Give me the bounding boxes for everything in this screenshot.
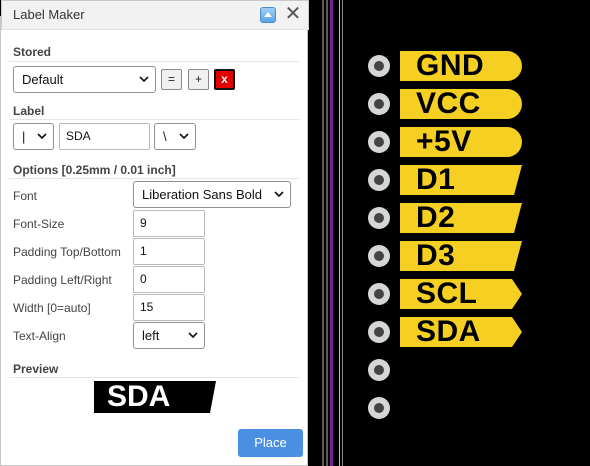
stored-section-title: Stored [13, 45, 52, 59]
preview-section-title: Preview [13, 362, 59, 376]
collapse-icon[interactable] [260, 7, 276, 23]
pcb-label-text: SDA [416, 315, 481, 348]
pcb-label[interactable]: D1 [400, 165, 522, 195]
pcb-label-text: D3 [416, 239, 456, 272]
font-size-input[interactable]: 9 [133, 210, 205, 237]
label-prefix-select[interactable]: | [13, 123, 54, 150]
apply-preset-button[interactable]: = [161, 69, 182, 90]
font-select[interactable]: Liberation Sans Bold [133, 181, 291, 208]
font-label: Font [13, 189, 38, 203]
padding-top-bottom-input[interactable]: 1 [133, 238, 205, 265]
label-preview: SDA [94, 381, 216, 413]
pcb-label[interactable]: GND [400, 51, 522, 81]
pin-pad[interactable] [368, 55, 390, 77]
pin-pad[interactable] [368, 321, 390, 343]
text-align-label: Text-Align [13, 329, 66, 343]
pcb-label-text: +5V [416, 125, 472, 158]
add-preset-button[interactable]: + [188, 69, 209, 90]
pcb-label-text: D1 [416, 163, 456, 196]
board-edge-line [326, 0, 328, 466]
label-suffix-select[interactable]: \ [154, 123, 196, 150]
padding-left-right-input[interactable]: 0 [133, 266, 205, 293]
chevron-down-icon [274, 191, 284, 198]
pin-pad[interactable] [368, 245, 390, 267]
font-value: Liberation Sans Bold [142, 187, 262, 202]
pcb-label-text: SCL [416, 277, 478, 310]
board-edge-line [342, 0, 343, 466]
pin-pad[interactable] [368, 207, 390, 229]
divider [9, 119, 299, 120]
pin-pad[interactable] [368, 169, 390, 191]
stored-preset-value: Default [22, 72, 64, 87]
pin-pad[interactable] [368, 397, 390, 419]
pcb-label[interactable]: D3 [400, 241, 522, 271]
chevron-down-icon [188, 332, 198, 339]
padding-top-bottom-label: Padding Top/Bottom [13, 245, 121, 259]
label-text-input[interactable]: SDA [59, 123, 150, 150]
pin-pad[interactable] [368, 93, 390, 115]
pcb-label[interactable]: +5V [400, 127, 522, 157]
text-align-value: left [142, 328, 160, 343]
chevron-down-icon [179, 133, 189, 140]
label-maker-dialog: Label Maker ✕ Stored Default = + x Label… [0, 0, 309, 466]
label-prefix-value: | [22, 129, 26, 144]
close-icon[interactable]: ✕ [284, 4, 302, 24]
pcb-label-text: VCC [416, 87, 481, 120]
pcb-label[interactable]: SDA [400, 317, 522, 347]
place-button[interactable]: Place [238, 429, 303, 457]
board-edge-line [322, 0, 324, 466]
stored-preset-select[interactable]: Default [13, 66, 156, 93]
label-section-title: Label [13, 104, 45, 118]
pcb-label[interactable]: VCC [400, 89, 522, 119]
options-section-title: Options [0.25mm / 0.01 inch] [13, 163, 176, 177]
dialog-title: Label Maker [13, 7, 85, 22]
width-label: Width [0=auto] [13, 301, 91, 315]
pin-pad[interactable] [368, 131, 390, 153]
label-suffix-value: \ [163, 129, 167, 144]
font-size-label: Font-Size [13, 217, 65, 231]
pcb-label[interactable]: D2 [400, 203, 522, 233]
pcb-label[interactable]: SCL [400, 279, 522, 309]
chevron-down-icon [37, 133, 47, 140]
dialog-titlebar[interactable]: Label Maker ✕ [1, 0, 309, 30]
divider [9, 61, 299, 62]
purple-track [330, 0, 333, 466]
text-align-select[interactable]: left [133, 322, 205, 349]
width-input[interactable]: 15 [133, 294, 205, 321]
pcb-label-text: GND [416, 49, 485, 82]
chevron-down-icon [139, 76, 149, 83]
delete-preset-button[interactable]: x [214, 69, 235, 90]
board-edge-line [339, 0, 340, 466]
pin-pad[interactable] [368, 283, 390, 305]
divider [9, 377, 299, 378]
pin-pad[interactable] [368, 359, 390, 381]
pcb-label-text: D2 [416, 201, 456, 234]
preview-label-text: SDA [107, 380, 171, 413]
padding-left-right-label: Padding Left/Right [13, 273, 112, 287]
divider [9, 178, 299, 179]
